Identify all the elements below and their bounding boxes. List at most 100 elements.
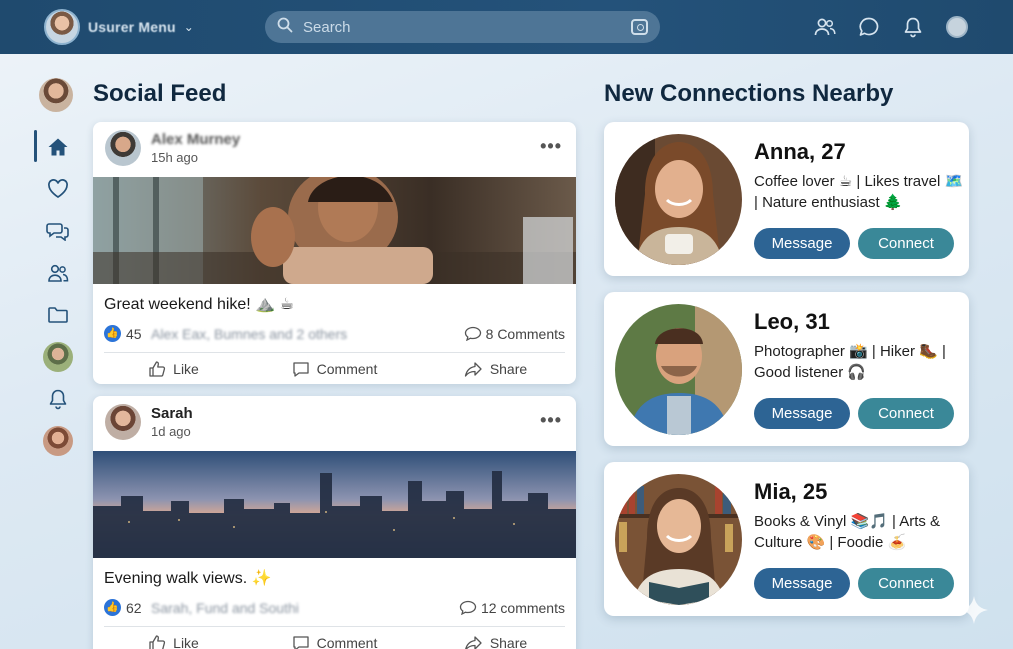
connection-bio: Books & Vinyl 📚🎵 | Arts & Culture 🎨 | Fo… bbox=[754, 513, 941, 551]
connection-card: Leo, 31 Photographer 📸 | Hiker 🥾 | Good … bbox=[604, 292, 969, 446]
post-card: Sarah 1d ago ••• Evening walk views. ✨ 👍… bbox=[93, 396, 576, 649]
sidebar-item-home[interactable] bbox=[30, 126, 86, 168]
thumbs-up-icon bbox=[149, 635, 166, 649]
comment-count[interactable]: 8 Comments bbox=[464, 326, 565, 342]
thumbs-up-icon bbox=[149, 361, 166, 377]
profile-photo[interactable] bbox=[615, 134, 742, 265]
user-menu[interactable]: Usurer Menu ⌄ bbox=[44, 9, 194, 45]
profile-photo[interactable] bbox=[615, 304, 742, 435]
avatar[interactable] bbox=[105, 130, 141, 166]
user-menu-label[interactable]: Usurer Menu bbox=[88, 19, 176, 35]
connection-bio: Coffee lover ☕ | Likes travel 🗺️ | Natur… bbox=[754, 173, 964, 211]
like-label: Like bbox=[173, 635, 199, 649]
post-author[interactable]: Alex Murney bbox=[151, 131, 240, 148]
post-image[interactable] bbox=[93, 177, 576, 284]
home-icon bbox=[48, 138, 68, 156]
share-label: Share bbox=[489, 635, 528, 649]
post-time: 1d ago bbox=[151, 424, 191, 439]
post-time: 15h ago bbox=[151, 150, 198, 165]
share-icon bbox=[464, 361, 482, 377]
comment-icon bbox=[464, 326, 481, 342]
connect-button[interactable]: Connect bbox=[858, 568, 954, 599]
sidebar-item-friends[interactable] bbox=[30, 252, 86, 294]
friends-icon bbox=[48, 264, 69, 282]
post-image[interactable] bbox=[93, 451, 576, 558]
comment-count[interactable]: 12 comments bbox=[459, 600, 565, 616]
bell-icon bbox=[49, 389, 67, 410]
connection-card: Anna, 27 Coffee lover ☕ | Likes travel 🗺… bbox=[604, 122, 969, 276]
comment-icon bbox=[459, 600, 477, 616]
avatar bbox=[43, 426, 73, 456]
connection-name: Leo, 31 bbox=[754, 309, 830, 334]
heart-icon bbox=[48, 179, 68, 198]
comment-button[interactable]: Comment bbox=[254, 635, 415, 649]
message-button[interactable]: Message bbox=[754, 228, 850, 259]
comment-icon bbox=[293, 635, 309, 649]
connection-card: Mia, 25 Books & Vinyl 📚🎵 | Arts & Cultur… bbox=[604, 462, 969, 616]
sidebar-item-folders[interactable] bbox=[30, 294, 86, 336]
post-actions: Like Comment Share bbox=[93, 353, 576, 384]
like-count[interactable]: 62 bbox=[126, 600, 142, 616]
connect-button[interactable]: Connect bbox=[858, 228, 954, 259]
sidebar-item-profile[interactable] bbox=[30, 420, 86, 462]
avatar[interactable] bbox=[105, 404, 141, 440]
likers-list[interactable]: Alex Eax, Bumnes and 2 others bbox=[151, 326, 347, 342]
post-actions: Like Comment Share bbox=[93, 627, 576, 649]
post-text: Great weekend hike! ⛰️ ☕ bbox=[104, 296, 294, 313]
comment-count-label: 8 Comments bbox=[485, 326, 565, 342]
like-label: Like bbox=[173, 361, 199, 377]
post-header: Sarah 1d ago ••• bbox=[93, 396, 576, 451]
sidebar-item-messages[interactable] bbox=[30, 210, 86, 252]
likers-list[interactable]: Sarah, Fund and Southi bbox=[151, 600, 299, 616]
post-card: Alex Murney 15h ago ••• Great weekend hi… bbox=[93, 122, 576, 384]
sidebar-item-notifications[interactable] bbox=[30, 378, 86, 420]
connection-name: Anna, 27 bbox=[754, 139, 846, 164]
like-button[interactable]: Like bbox=[93, 634, 254, 649]
post-author[interactable]: Sarah bbox=[151, 405, 193, 422]
share-button[interactable]: Share bbox=[415, 635, 576, 649]
connection-name: Mia, 25 bbox=[754, 479, 828, 504]
message-button[interactable]: Message bbox=[754, 398, 850, 429]
sidebar-item-favorites[interactable] bbox=[30, 168, 86, 210]
comment-button[interactable]: Comment bbox=[254, 361, 415, 378]
share-label: Share bbox=[489, 361, 528, 377]
comment-label: Comment bbox=[316, 635, 378, 649]
connect-button[interactable]: Connect bbox=[858, 398, 954, 429]
search-bar[interactable] bbox=[265, 11, 660, 43]
more-options-icon[interactable]: ••• bbox=[540, 136, 562, 157]
section-title-feed: Social Feed bbox=[93, 80, 227, 107]
like-button[interactable]: Like bbox=[93, 360, 254, 378]
section-title-connections: New Connections Nearby bbox=[604, 80, 894, 107]
post-stats: 👍 62 Sarah, Fund and Southi 12 comments bbox=[104, 591, 565, 627]
more-options-icon[interactable]: ••• bbox=[540, 410, 562, 431]
messages-icon bbox=[46, 223, 69, 241]
sparkle-icon bbox=[960, 596, 988, 624]
search-icon bbox=[277, 17, 295, 38]
people-icon[interactable] bbox=[813, 15, 837, 39]
comment-icon bbox=[293, 361, 309, 377]
avatar[interactable] bbox=[39, 78, 73, 112]
bell-icon[interactable] bbox=[901, 15, 925, 39]
chevron-down-icon[interactable]: ⌄ bbox=[184, 20, 194, 34]
like-reaction-icon: 👍 bbox=[104, 599, 121, 616]
profile-photo[interactable] bbox=[615, 474, 742, 605]
avatar[interactable] bbox=[44, 9, 80, 45]
comment-label: Comment bbox=[316, 361, 378, 377]
comment-count-label: 12 comments bbox=[480, 600, 565, 616]
camera-scan-icon[interactable] bbox=[631, 19, 648, 35]
share-icon bbox=[464, 635, 482, 649]
post-stats: 👍 45 Alex Eax, Bumnes and 2 others 8 Com… bbox=[104, 317, 565, 353]
sidebar bbox=[30, 78, 86, 462]
share-button[interactable]: Share bbox=[415, 361, 576, 378]
message-button[interactable]: Message bbox=[754, 568, 850, 599]
post-header: Alex Murney 15h ago ••• bbox=[93, 122, 576, 177]
sidebar-item-contact[interactable] bbox=[30, 336, 86, 378]
like-reaction-icon: 👍 bbox=[104, 325, 121, 342]
chat-icon[interactable] bbox=[857, 15, 881, 39]
connection-bio: Photographer 📸 | Hiker 🥾 | Good listener… bbox=[754, 343, 946, 381]
search-input[interactable] bbox=[303, 18, 623, 36]
profile-avatar[interactable] bbox=[945, 15, 969, 39]
top-bar: Usurer Menu ⌄ bbox=[0, 0, 1013, 54]
like-count[interactable]: 45 bbox=[126, 326, 142, 342]
post-text: Evening walk views. ✨ bbox=[104, 570, 272, 587]
